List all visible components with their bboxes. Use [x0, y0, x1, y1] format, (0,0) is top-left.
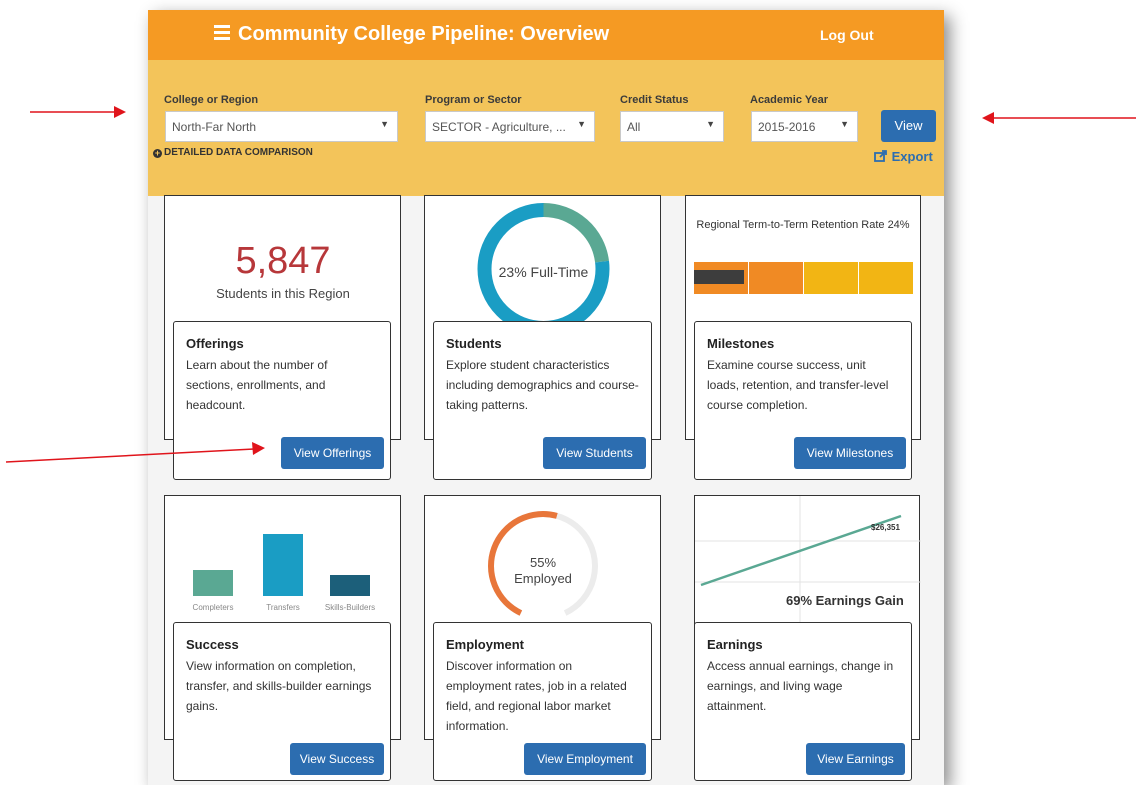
academic-year-label: Academic Year — [750, 94, 829, 106]
top-bar: Community College Pipeline: Overview Log… — [148, 10, 944, 60]
milestones-title: Milestones — [707, 336, 775, 351]
program-sector-select[interactable]: SECTOR - Agriculture, ... ▼ — [425, 111, 595, 142]
credit-status-label: Credit Status — [620, 94, 689, 106]
earnings-end-value: $26,351 — [871, 523, 900, 532]
retention-rate-title: Regional Term-to-Term Retention Rate 24% — [696, 219, 910, 231]
detailed-data-comparison-link[interactable]: + DETAILED DATA COMPARISON — [153, 147, 313, 158]
bar-label-skills-builders: Skills-Builders — [325, 603, 375, 612]
employment-description: Discover information on employment rates… — [446, 659, 627, 733]
full-time-label: 23% Full-Time — [498, 264, 589, 280]
filter-bar: College or Region North-Far North ▼ Prog… — [148, 60, 944, 196]
view-button[interactable]: View — [881, 110, 936, 142]
retention-rate-fill — [694, 270, 744, 284]
students-description: Explore student characteristics includin… — [446, 358, 639, 412]
success-card: Success View information on completion, … — [173, 622, 391, 781]
students-title: Students — [446, 336, 502, 351]
milestones-card: Milestones Examine course success, unit … — [694, 321, 912, 480]
college-region-select[interactable]: North-Far North ▼ — [165, 111, 398, 142]
annotation-arrow-icon — [30, 106, 126, 118]
page-title: Community College Pipeline: Overview — [238, 23, 610, 45]
earnings-gain-label: 69% Earnings Gain — [786, 593, 904, 608]
retention-segment — [749, 262, 803, 294]
annotation-arrow-icon — [982, 112, 1136, 124]
export-link[interactable]: Export — [874, 149, 933, 164]
earnings-card: Earnings Access annual earnings, change … — [694, 622, 912, 781]
employment-title: Employment — [446, 637, 525, 652]
employment-rate-label: Employed — [514, 571, 572, 586]
earnings-title: Earnings — [707, 637, 763, 652]
view-students-button[interactable]: View Students — [543, 437, 646, 469]
college-region-label: College or Region — [164, 94, 259, 106]
view-offerings-button[interactable]: View Offerings — [281, 437, 384, 469]
hamburger-menu-icon[interactable] — [214, 25, 230, 40]
academic-year-select[interactable]: 2015-2016 ▼ — [751, 111, 858, 142]
view-earnings-button[interactable]: View Earnings — [806, 743, 905, 775]
credit-status-value: All — [627, 120, 641, 134]
success-description: View information on completion, transfer… — [186, 659, 372, 713]
bar-transfers — [263, 534, 303, 596]
view-employment-button[interactable]: View Employment — [524, 743, 646, 775]
retention-bar — [694, 262, 913, 294]
employment-rate-value: 55% — [529, 555, 557, 570]
view-milestones-button[interactable]: View Milestones — [794, 437, 906, 469]
bar-label-transfers: Transfers — [266, 603, 300, 612]
export-icon — [874, 150, 887, 162]
academic-year-value: 2015-2016 — [758, 120, 816, 134]
student-count-value: 5,847 — [235, 240, 331, 282]
bar-skills-builders — [330, 575, 370, 596]
screenshot-stage: Community College Pipeline: Overview Log… — [0, 0, 1136, 785]
credit-status-select[interactable]: All ▼ — [620, 111, 724, 142]
view-success-button[interactable]: View Success — [290, 743, 384, 775]
bar-completers — [193, 570, 233, 596]
success-bar-chart: Completers Transfers Skills-Builders — [193, 534, 375, 612]
plus-circle-icon: + — [153, 148, 162, 158]
employment-card: Employment Discover information on emplo… — [433, 622, 652, 781]
offerings-title: Offerings — [186, 336, 244, 351]
app-window: Community College Pipeline: Overview Log… — [148, 10, 944, 785]
chevron-down-icon: ▼ — [380, 119, 389, 129]
college-region-value: North-Far North — [172, 120, 257, 134]
chevron-down-icon: ▼ — [840, 119, 849, 129]
offerings-description: Learn about the number of sections, enro… — [186, 358, 328, 412]
program-sector-label: Program or Sector — [425, 94, 522, 106]
logout-link[interactable]: Log Out — [820, 27, 874, 43]
annotation-arrow-icon — [5, 442, 265, 463]
bar-label-completers: Completers — [193, 603, 234, 612]
success-title: Success — [186, 637, 239, 652]
student-count-label: Students in this Region — [216, 286, 350, 301]
export-label: Export — [891, 149, 933, 164]
earnings-description: Access annual earnings, change in earnin… — [707, 659, 894, 713]
detailed-data-comparison-label: DETAILED DATA COMPARISON — [164, 147, 313, 158]
program-sector-value: SECTOR - Agriculture, ... — [432, 120, 566, 134]
milestones-description: Examine course success, unit loads, rete… — [707, 358, 889, 412]
students-card: Students Explore student characteristics… — [433, 321, 652, 480]
chevron-down-icon: ▼ — [577, 119, 586, 129]
chevron-down-icon: ▼ — [706, 119, 715, 129]
